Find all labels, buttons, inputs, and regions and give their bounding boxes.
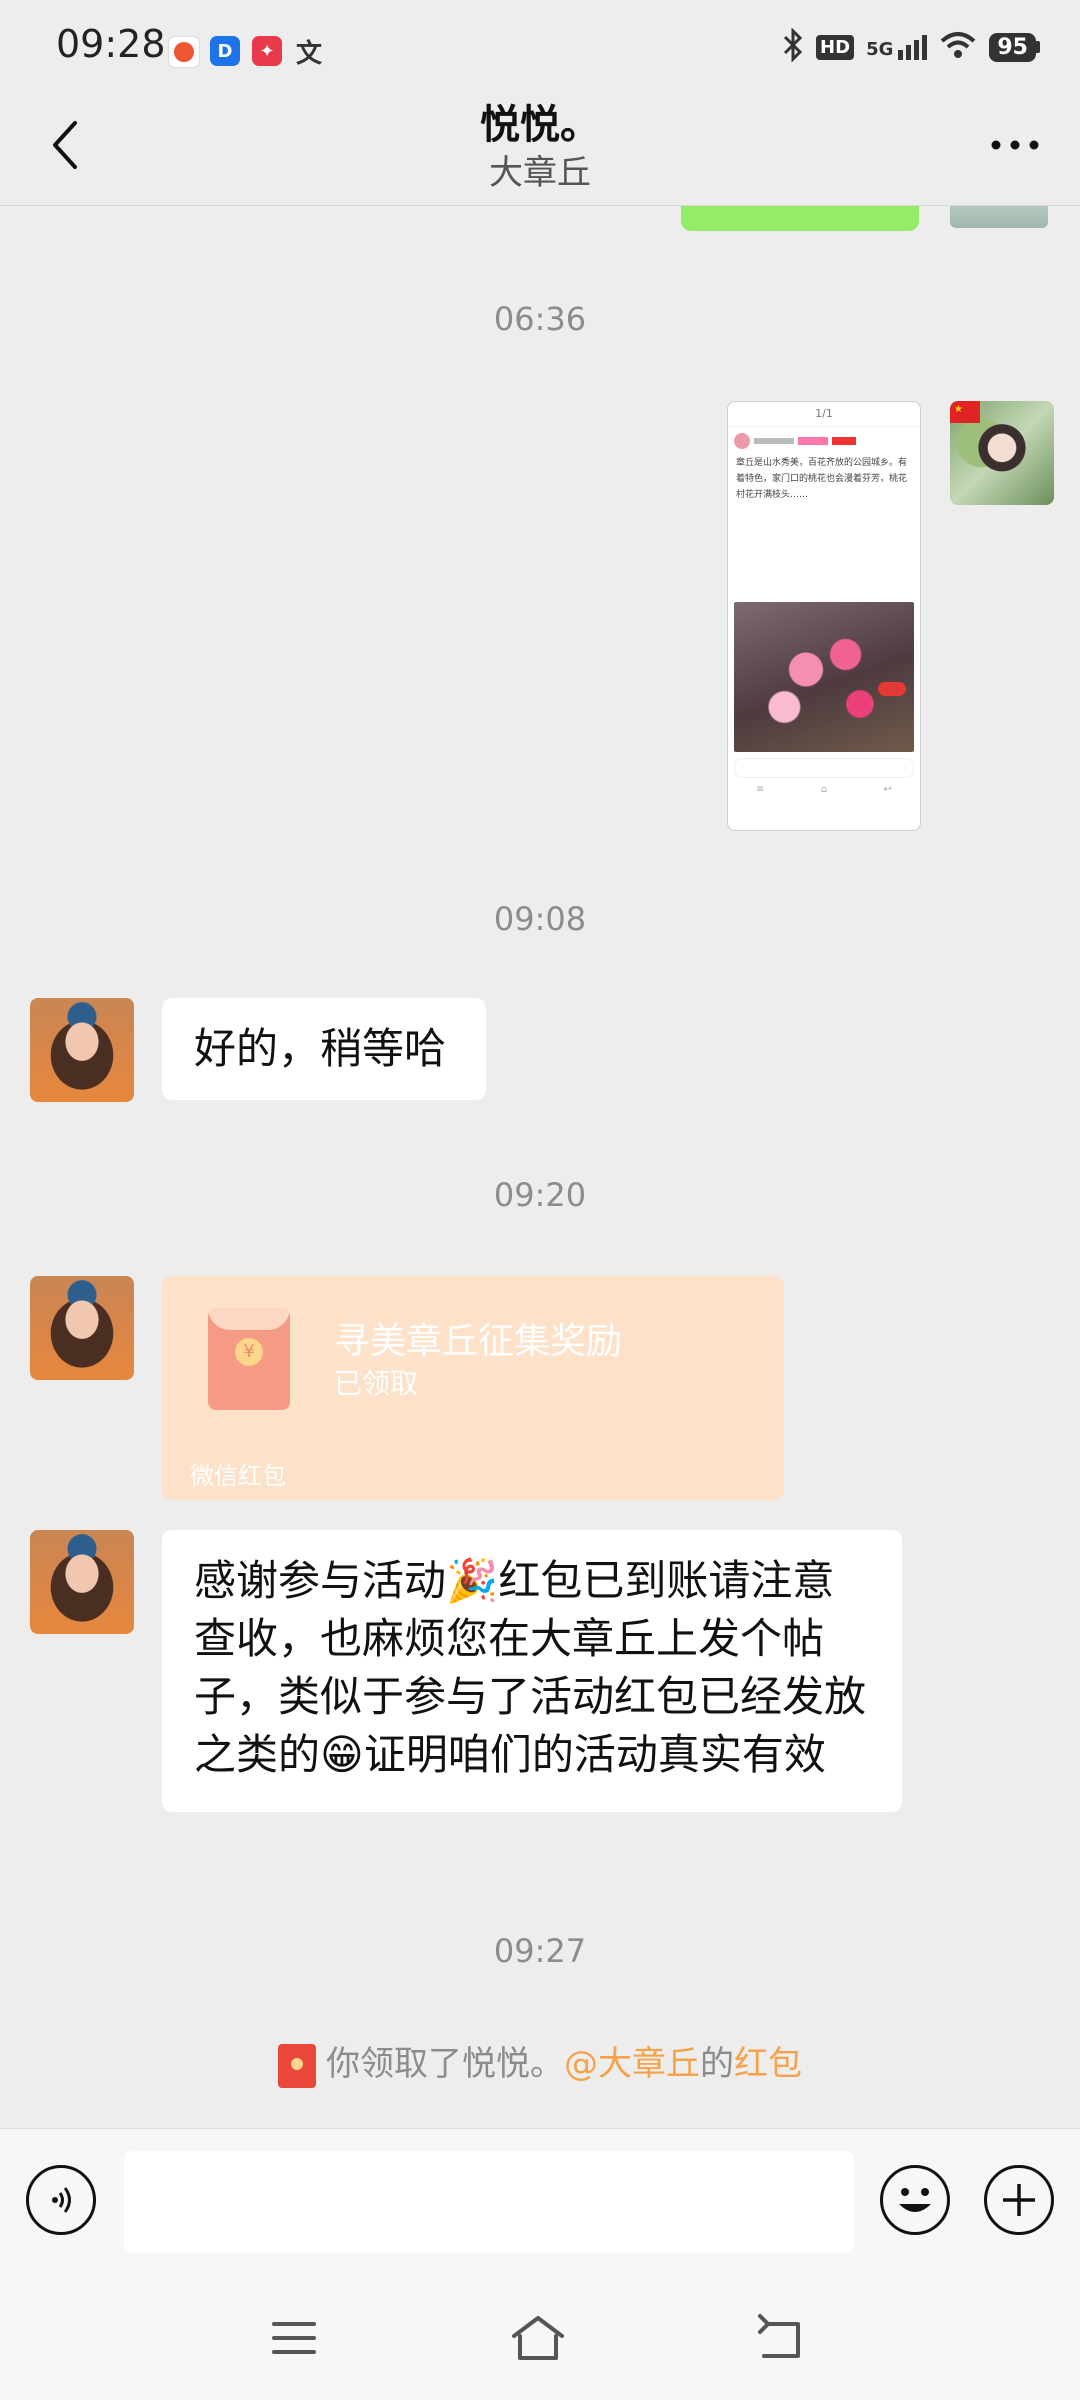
message-input[interactable] bbox=[124, 2151, 854, 2253]
image-page-indicator: 1/1 bbox=[728, 402, 920, 427]
menu-nav-button[interactable] bbox=[270, 2318, 330, 2368]
grinning-emoji: 😁 bbox=[320, 1730, 364, 1779]
bluetooth-icon bbox=[782, 27, 804, 66]
message-bubble[interactable]: 好的，稍等哈 bbox=[162, 998, 486, 1100]
notice-mention[interactable]: @大章丘 bbox=[564, 2044, 700, 2084]
status-bar: 09:28 D ✦ 文 HD 5G 95 bbox=[0, 0, 1080, 90]
notice-red-packet-link[interactable]: 红包 bbox=[734, 2044, 802, 2084]
red-packet-notice: 你领取了悦悦。@大章丘的红包 bbox=[0, 2036, 1080, 2088]
contact-avatar[interactable] bbox=[30, 998, 134, 1102]
red-packet-small-icon bbox=[278, 2043, 316, 2088]
self-avatar-partial[interactable] bbox=[950, 206, 1048, 228]
china-flag-icon: ★ bbox=[950, 401, 980, 423]
image-nav-bar: ≡ ⌂ ↩ bbox=[756, 784, 892, 795]
emoji-button[interactable] bbox=[880, 2165, 950, 2235]
more-dots-icon bbox=[991, 140, 1039, 150]
party-popper-emoji: 🎉 bbox=[446, 1556, 499, 1605]
message-text-part: 感谢参与活动 bbox=[194, 1556, 447, 1605]
notice-text: 你领取了悦悦。 bbox=[326, 2044, 564, 2084]
back-nav-icon bbox=[758, 2314, 800, 2358]
chat-title: 悦悦。 bbox=[480, 102, 600, 148]
message-bubble[interactable]: 感谢参与活动🎉红包已到账请注意查收，也麻烦您在大章丘上发个帖子，类似于参与了活动… bbox=[162, 1530, 902, 1812]
timestamp: 09:20 bbox=[493, 1176, 587, 1214]
self-avatar[interactable]: ★ bbox=[950, 401, 1054, 505]
image-post-header bbox=[728, 427, 920, 451]
wifi-icon bbox=[939, 30, 977, 64]
chat-area[interactable]: 06:36 1/1 章丘是山水秀美，百花齐放的公园城乡。有着特色，家门口的桃花也… bbox=[0, 206, 1080, 2128]
image-comment-bar bbox=[734, 758, 914, 778]
voice-button[interactable] bbox=[26, 2165, 96, 2235]
more-button[interactable] bbox=[980, 110, 1050, 180]
news-app-icon bbox=[168, 36, 200, 68]
contact-avatar[interactable] bbox=[30, 1276, 134, 1380]
red-packet-icon: ¥ bbox=[208, 1308, 290, 1410]
timestamp: 09:27 bbox=[493, 1932, 587, 1970]
chat-header: 悦悦。 大章丘 bbox=[0, 90, 1080, 206]
message-text-part: 证明咱们的活动真实有效 bbox=[363, 1730, 826, 1779]
system-nav-bar bbox=[0, 2278, 1080, 2400]
translate-icon: 文 bbox=[295, 38, 322, 69]
previous-self-bubble[interactable] bbox=[681, 206, 919, 231]
plus-icon bbox=[1003, 2184, 1035, 2216]
home-nav-button[interactable] bbox=[510, 2314, 570, 2368]
input-bar bbox=[0, 2128, 1080, 2279]
back-nav-button[interactable] bbox=[756, 2314, 816, 2368]
contact-avatar[interactable] bbox=[30, 1530, 134, 1634]
image-message[interactable]: 1/1 章丘是山水秀美，百花齐放的公园城乡。有着特色，家门口的桃花也会漫着芬芳，… bbox=[727, 401, 921, 831]
d-app-icon: D bbox=[210, 36, 240, 66]
red-packet-status: 已领取 bbox=[334, 1367, 419, 1400]
image-post-text: 章丘是山水秀美，百花齐放的公园城乡。有着特色，家门口的桃花也会漫着芬芳，桃花村花… bbox=[736, 458, 908, 500]
peach-blossom-photo bbox=[734, 602, 914, 752]
red-packet-card[interactable]: ¥ 寻美章丘征集奖励 已领取 微信红包 bbox=[162, 1276, 784, 1500]
red-packet-footer: 微信红包 bbox=[190, 1462, 286, 1490]
status-time: 09:28 bbox=[56, 22, 166, 66]
shop-app-icon: ✦ bbox=[252, 36, 282, 66]
smiley-icon bbox=[899, 2188, 931, 2212]
timestamp: 09:08 bbox=[493, 900, 587, 938]
hd-icon: HD bbox=[816, 34, 855, 60]
status-indicators: HD 5G 95 bbox=[782, 27, 1040, 66]
red-packet-title: 寻美章丘征集奖励 bbox=[334, 1321, 623, 1362]
message-text: 好的，稍等哈 bbox=[194, 1024, 447, 1073]
notice-text: 的 bbox=[700, 2044, 734, 2084]
signal-icon: 5G bbox=[866, 34, 928, 60]
voice-icon bbox=[52, 2187, 71, 2213]
more-actions-button[interactable] bbox=[984, 2165, 1054, 2235]
timestamp: 06:36 bbox=[493, 300, 587, 338]
home-icon bbox=[512, 2316, 564, 2360]
chat-subtitle: 大章丘 bbox=[489, 153, 591, 193]
menu-icon bbox=[272, 2322, 316, 2354]
battery-icon: 95 bbox=[989, 32, 1040, 62]
